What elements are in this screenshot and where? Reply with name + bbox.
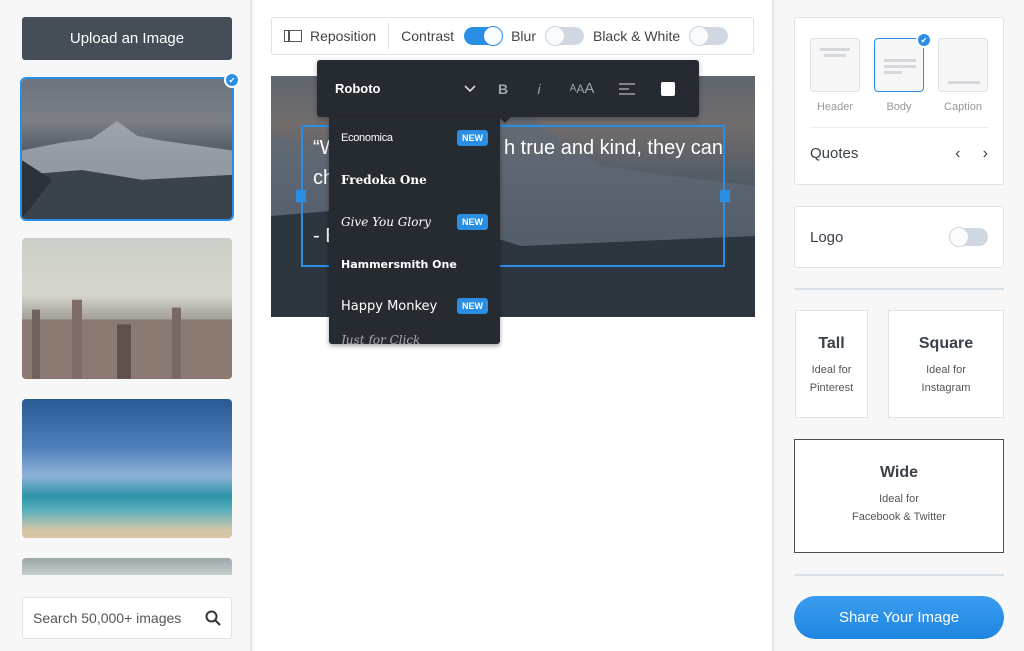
- selected-check-icon: ✔: [224, 72, 240, 88]
- image-thumbnail-city[interactable]: [22, 238, 232, 379]
- text-layout-card: Header ✔ Body Caption Quotes ‹ ›: [794, 17, 1004, 185]
- chevron-down-icon[interactable]: [455, 84, 485, 93]
- image-filter-toolbar: Reposition Contrast Blur Black & White: [271, 17, 754, 55]
- image-search-field[interactable]: [22, 597, 232, 639]
- upload-image-button[interactable]: Upload an Image: [22, 17, 232, 60]
- editor-canvas-area: Reposition Contrast Blur Black & White “…: [254, 0, 774, 651]
- image-thumbnail-sky[interactable]: [22, 558, 232, 575]
- image-search-input[interactable]: [33, 610, 203, 626]
- layout-option-caption[interactable]: Caption: [938, 38, 988, 113]
- black-white-toggle[interactable]: [689, 26, 729, 46]
- logo-card: Logo: [794, 206, 1004, 268]
- quotes-label: Quotes: [810, 145, 859, 162]
- font-option[interactable]: Just for Click: [329, 327, 500, 344]
- toolbar-divider: [388, 23, 390, 49]
- size-option-tall[interactable]: Tall Ideal for Pinterest: [795, 310, 868, 418]
- font-size-button[interactable]: AAA: [557, 80, 607, 97]
- selected-check-icon: ✔: [916, 32, 932, 48]
- previous-quote-icon[interactable]: ‹: [955, 145, 960, 162]
- quote-text-line1-end[interactable]: h true and kind, they can: [504, 137, 723, 160]
- logo-label: Logo: [810, 228, 844, 246]
- blur-label: Blur: [511, 28, 536, 44]
- text-format-bar: Roboto B i AAA: [317, 60, 699, 117]
- size-option-square[interactable]: Square Ideal for Instagram: [888, 310, 1004, 418]
- quotes-row: Quotes ‹ ›: [810, 127, 988, 179]
- reposition-label: Reposition: [310, 28, 377, 44]
- new-badge: NEW: [457, 130, 488, 146]
- new-badge: NEW: [457, 214, 488, 230]
- caption-layout-icon: [938, 38, 988, 92]
- layout-option-header[interactable]: Header: [810, 38, 860, 113]
- section-divider: [794, 574, 1004, 576]
- search-icon[interactable]: [205, 610, 221, 626]
- next-quote-icon[interactable]: ›: [983, 145, 988, 162]
- size-option-wide[interactable]: Wide Ideal for Facebook & Twitter: [794, 439, 1004, 553]
- text-color-swatch[interactable]: [661, 81, 675, 96]
- font-family-select[interactable]: Roboto: [335, 81, 455, 96]
- section-divider: [794, 288, 1004, 290]
- black-white-label: Black & White: [592, 28, 681, 44]
- body-layout-icon: [874, 38, 924, 92]
- contrast-toggle[interactable]: [464, 26, 504, 46]
- resize-handle-right[interactable]: [720, 190, 730, 202]
- layout-option-body[interactable]: ✔ Body: [874, 32, 932, 113]
- font-option[interactable]: Hammersmith One: [329, 243, 500, 285]
- settings-sidebar: Header ✔ Body Caption Quotes ‹ › Logo Ta…: [776, 0, 1024, 651]
- italic-button[interactable]: i: [521, 81, 557, 97]
- reposition-icon: [284, 30, 302, 42]
- blur-toggle[interactable]: [544, 26, 584, 46]
- align-left-icon[interactable]: [607, 82, 647, 95]
- font-dropdown-list[interactable]: Economica NEW Fredoka One Give You Glory…: [329, 117, 500, 344]
- font-option[interactable]: Economica NEW: [329, 117, 500, 159]
- header-layout-icon: [810, 38, 860, 92]
- logo-toggle[interactable]: [949, 227, 988, 247]
- resize-handle-left[interactable]: [296, 190, 306, 202]
- font-option[interactable]: Happy Monkey NEW: [329, 285, 500, 327]
- image-thumbnail-mountain[interactable]: [20, 77, 234, 221]
- share-image-button[interactable]: Share Your Image: [794, 596, 1004, 639]
- reposition-button[interactable]: Reposition: [284, 28, 376, 44]
- image-thumbnail-beach[interactable]: [22, 399, 232, 538]
- new-badge: NEW: [457, 298, 488, 314]
- bold-button[interactable]: B: [485, 81, 521, 97]
- contrast-label: Contrast: [401, 28, 455, 44]
- image-sidebar: Upload an Image ✔: [0, 0, 252, 651]
- mountain-graphic: [22, 121, 232, 219]
- font-option[interactable]: Give You Glory NEW: [329, 201, 500, 243]
- font-option[interactable]: Fredoka One: [329, 159, 500, 201]
- city-graphic: [22, 300, 232, 379]
